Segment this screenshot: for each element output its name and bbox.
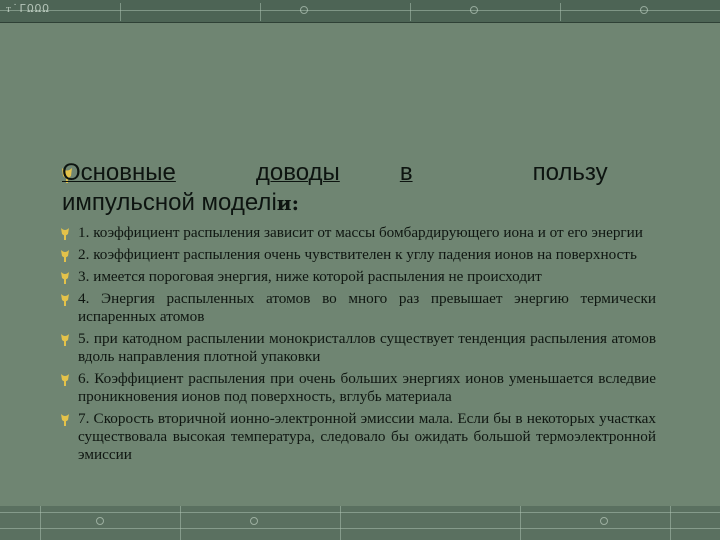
list-item: 4. Энергия распыленных атомов во много р…: [60, 290, 656, 326]
point-text: 3. имеется пороговая энергия, ниже котор…: [78, 268, 542, 285]
slide-heading: Основные доводы в пользу импульсной моде…: [62, 158, 652, 218]
tulip-bullet-icon: [60, 373, 70, 386]
point-text: 5. при катодном распылении монокристалло…: [78, 330, 656, 365]
heading-word-3: в: [399, 159, 413, 186]
slide-content: Основные доводы в пользу импульсной моде…: [0, 0, 720, 540]
tulip-bullet-icon: [60, 413, 70, 426]
heading-word-6: и:: [276, 191, 299, 215]
heading-word-5: импульсной моделі: [62, 189, 277, 216]
list-item: 2. коэффициент распыления очень чувствит…: [60, 246, 656, 264]
point-text: 7. Скорость вторичной ионно-электронной …: [78, 410, 656, 463]
tulip-bullet-icon: [60, 249, 70, 262]
tulip-bullet-icon: [60, 333, 70, 346]
tulip-bullet-icon: [60, 227, 70, 240]
list-item: 1. коэффициент распыления зависит от мас…: [60, 224, 656, 242]
heading-word-1: Основные: [62, 159, 176, 186]
point-text: 1. коэффициент распыления зависит от мас…: [78, 224, 643, 241]
heading-word-2: доводы: [255, 159, 340, 186]
point-text: 6. Коэффициент распыления при очень боль…: [78, 370, 656, 405]
list-item: 5. при катодном распылении монокристалло…: [60, 330, 656, 366]
heading-word-4: пользу: [532, 159, 608, 186]
point-text: 2. коэффициент распыления очень чувствит…: [78, 246, 637, 263]
list-item: 3. имеется пороговая энергия, ниже котор…: [60, 268, 656, 286]
tulip-bullet-icon: [60, 293, 70, 306]
list-item: 7. Скорость вторичной ионно-электронной …: [60, 410, 656, 464]
point-text: 4. Энергия распыленных атомов во много р…: [78, 290, 656, 325]
list-item: 6. Коэффициент распыления при очень боль…: [60, 370, 656, 406]
tulip-bullet-icon: [60, 271, 70, 284]
points-list: 1. коэффициент распыления зависит от мас…: [60, 224, 656, 468]
